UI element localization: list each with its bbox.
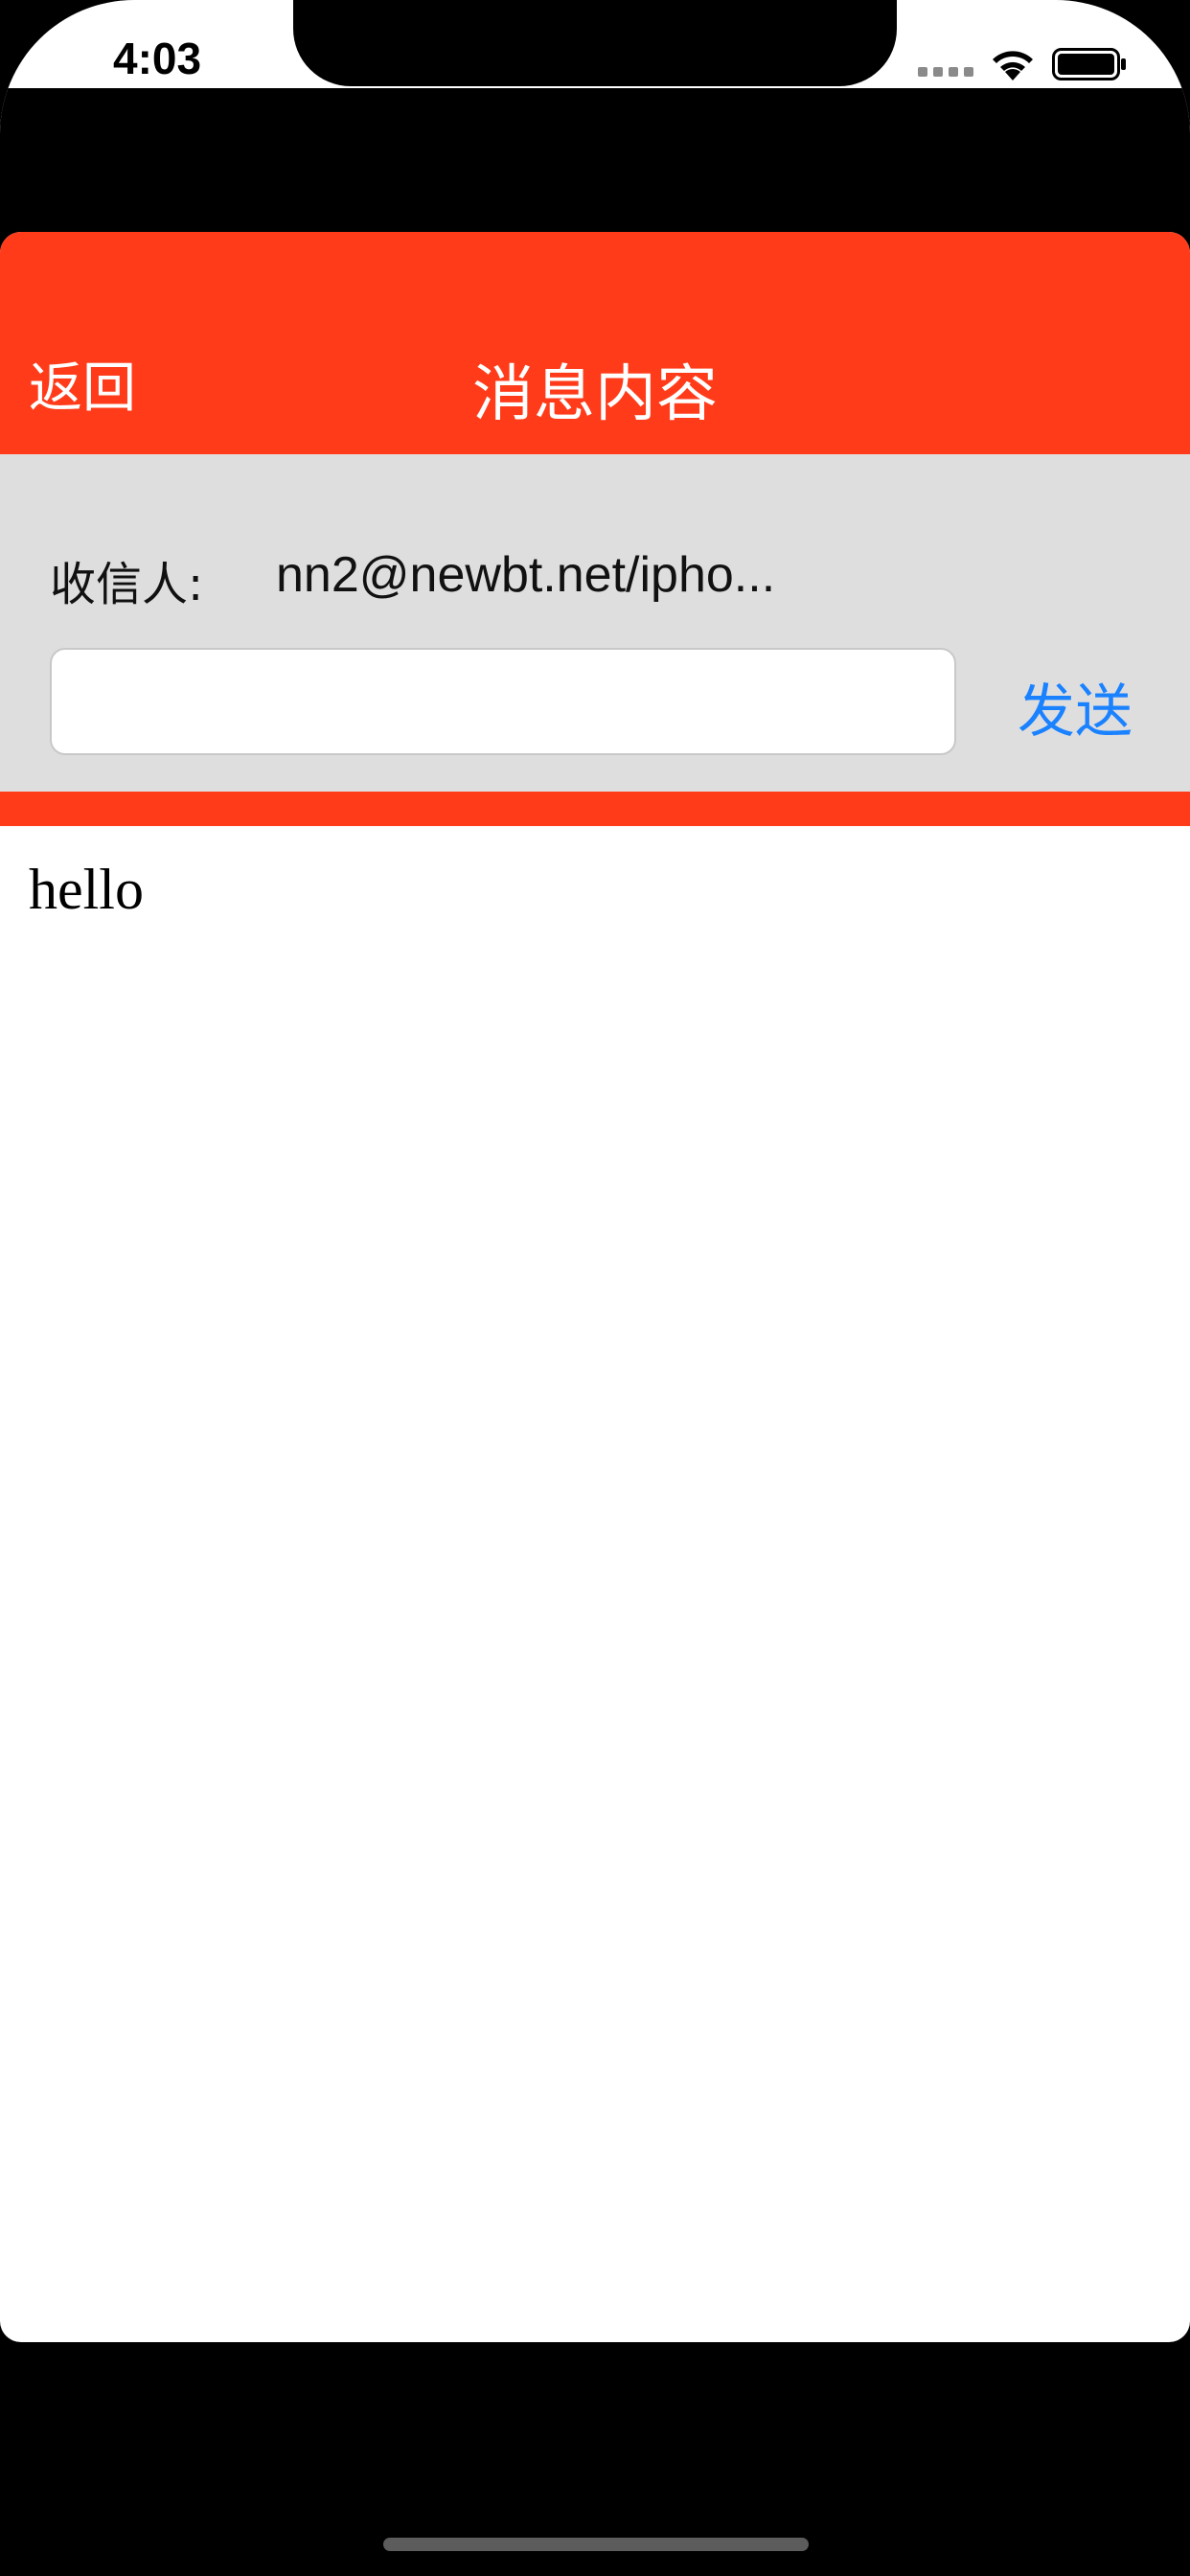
message-input[interactable] bbox=[50, 648, 956, 755]
device-notch bbox=[293, 0, 897, 86]
section-divider bbox=[0, 792, 1190, 826]
device-screen: 4:03 返回 消息内容 收信人: nn2@newbt.net/ipho... … bbox=[0, 0, 1190, 2576]
recipient-address: nn2@newbt.net/ipho... bbox=[276, 547, 776, 603]
home-indicator[interactable] bbox=[383, 2538, 809, 2551]
status-spacer bbox=[0, 88, 1190, 232]
navigation-bar: 返回 消息内容 bbox=[0, 232, 1190, 454]
page-title: 消息内容 bbox=[472, 359, 718, 430]
send-button[interactable]: 发送 bbox=[1018, 665, 1133, 748]
recipient-label: 收信人: bbox=[50, 558, 204, 611]
cellular-signal-icon bbox=[918, 67, 973, 77]
message-body: hello bbox=[29, 858, 144, 921]
compose-panel: 收信人: nn2@newbt.net/ipho... 发送 bbox=[0, 454, 1190, 792]
battery-icon bbox=[1052, 48, 1126, 80]
wifi-icon bbox=[993, 51, 1033, 80]
message-detail-window: 返回 消息内容 收信人: nn2@newbt.net/ipho... 发送 he… bbox=[0, 232, 1190, 2342]
status-time: 4:03 bbox=[113, 34, 202, 83]
